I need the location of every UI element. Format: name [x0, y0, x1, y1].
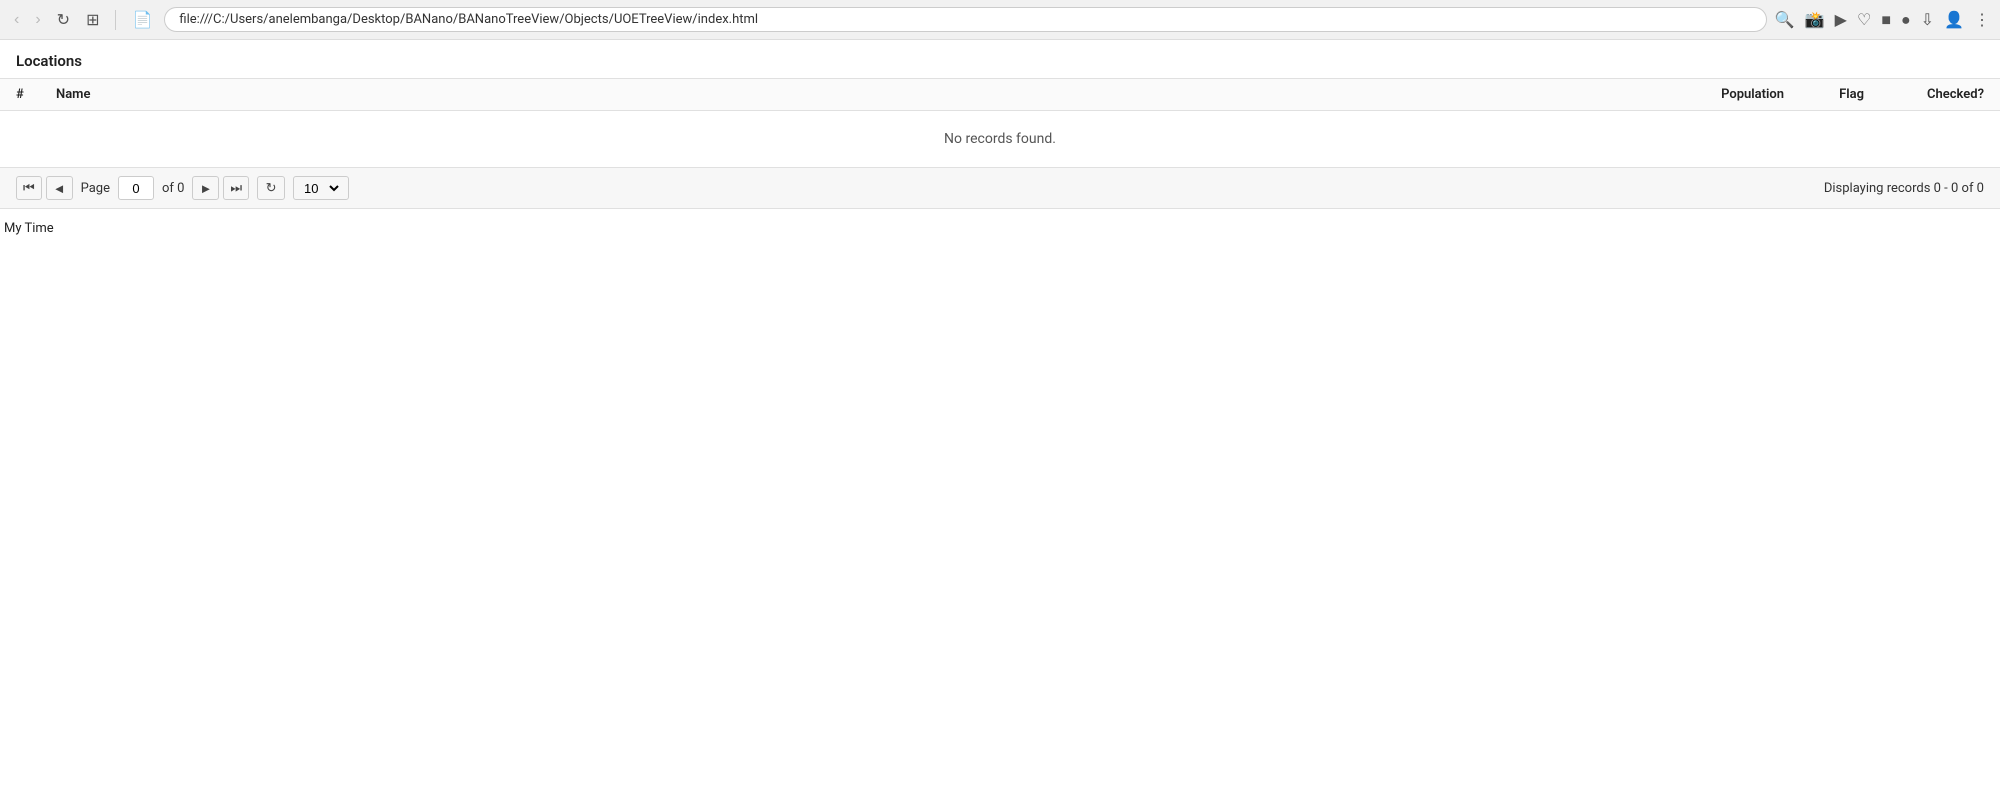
doc-icon-button[interactable]: 📄	[128, 6, 156, 34]
heart-icon[interactable]: ♡	[1857, 10, 1871, 29]
menu-icon[interactable]: ⋮	[1974, 10, 1990, 29]
camera-icon[interactable]: 📸	[1805, 10, 1825, 29]
nav-divider	[115, 10, 116, 30]
col-header-checked: Checked?	[1884, 87, 1984, 102]
play-icon[interactable]: ▶	[1835, 10, 1847, 29]
per-page-select-wrapper[interactable]: 10 25 50 100	[293, 176, 349, 200]
extensions-icon[interactable]: ■	[1881, 10, 1891, 30]
locations-header: Locations	[0, 40, 2000, 79]
back-button[interactable]: ‹	[10, 7, 23, 33]
translate-icon[interactable]: ●	[1901, 10, 1911, 30]
download-icon[interactable]: ⇩	[1921, 10, 1934, 29]
address-bar[interactable]: file:///C:/Users/anelembanga/Desktop/BAN…	[164, 7, 1766, 32]
pagination-bar: ⏮ ◄ Page of 0 ► ⏭ ↻ 10 25 50 100 Display…	[0, 168, 2000, 209]
col-header-population: Population	[1644, 87, 1784, 102]
of-label: of 0	[162, 181, 184, 196]
first-page-button[interactable]: ⏮	[16, 176, 42, 200]
last-page-button[interactable]: ⏭	[223, 176, 249, 200]
my-time-label: My Time	[0, 209, 2000, 244]
no-records-message: No records found.	[0, 111, 2000, 168]
page-title: Locations	[16, 52, 82, 70]
col-header-flag: Flag	[1784, 87, 1864, 102]
reload-button[interactable]: ↻	[53, 6, 74, 34]
per-page-select[interactable]: 10 25 50 100	[300, 180, 342, 197]
page-number-input[interactable]	[118, 176, 154, 200]
tabs-button[interactable]: ⊞	[82, 6, 103, 34]
search-icon[interactable]: 🔍	[1775, 10, 1795, 29]
table-header: # Name Population Flag Checked?	[0, 79, 2000, 111]
page-label: Page	[81, 181, 110, 196]
next-page-button[interactable]: ►	[192, 176, 219, 200]
col-header-name: Name	[56, 87, 1644, 102]
forward-button[interactable]: ›	[31, 7, 44, 33]
refresh-button[interactable]: ↻	[257, 176, 285, 200]
col-header-hash: #	[16, 87, 56, 102]
prev-page-button[interactable]: ◄	[46, 176, 73, 200]
page-content: Locations # Name Population Flag Checked…	[0, 40, 2000, 244]
url-text: file:///C:/Users/anelembanga/Desktop/BAN…	[179, 12, 1751, 27]
browser-right-icons: 🔍 📸 ▶ ♡ ■ ● ⇩ 👤 ⋮	[1775, 10, 1990, 30]
displaying-records: Displaying records 0 - 0 of 0	[1824, 181, 1984, 196]
browser-chrome: ‹ › ↻ ⊞ 📄 file:///C:/Users/anelembanga/D…	[0, 0, 2000, 40]
profile-icon[interactable]: 👤	[1944, 10, 1964, 29]
